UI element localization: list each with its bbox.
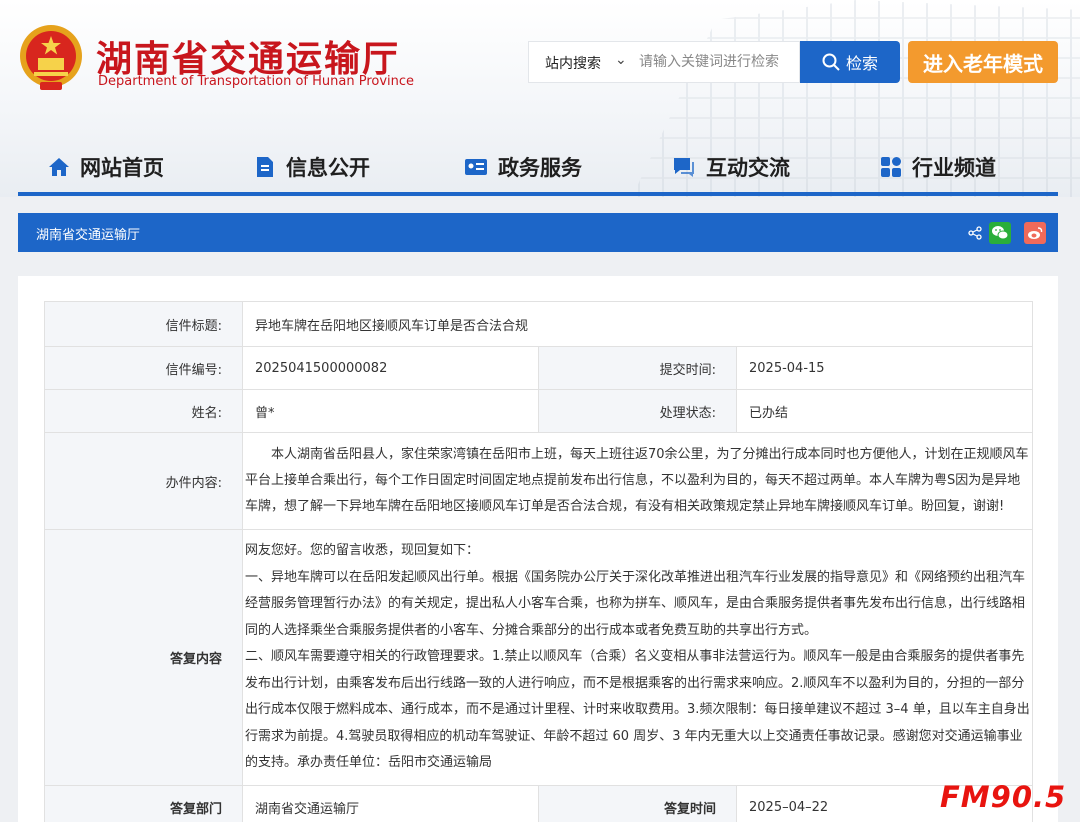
letter-detail-table: 信件标题: 异地车牌在岳阳地区接顺风车订单是否合法合规 信件编号: 202504… — [44, 301, 1033, 822]
reply-dept-value: 湖南省交通运输厅 — [242, 784, 539, 822]
watermark-logo: FM90.5 — [940, 780, 1067, 814]
nav-item-label: 政务服务 — [498, 156, 582, 180]
letter-title-value: 异地车牌在岳阳地区接顺风车订单是否合法合规 — [242, 301, 1033, 347]
content-text: 本人湖南省岳阳县人，家住荣家湾镇在岳阳市上班，每天上班往返70余公里，为了分摊出… — [245, 447, 1029, 514]
weibo-icon[interactable] — [1024, 222, 1046, 244]
search-input[interactable] — [639, 50, 794, 74]
search-category-select[interactable]: 站内搜索 — [545, 53, 601, 73]
status-label: 处理状态: — [538, 389, 737, 433]
share-icon[interactable] — [964, 222, 986, 244]
nav-item-label: 互动交流 — [706, 156, 790, 180]
reply-value: 网友您好。您的留言收悉，现回复如下： 一、异地车牌可以在岳阳发起顺风出行单。根据… — [242, 529, 1033, 786]
submit-time-label: 提交时间: — [538, 346, 737, 390]
nav-item-label: 网站首页 — [80, 156, 164, 180]
content-label: 办件内容: — [44, 432, 243, 530]
status-value: 已办结 — [736, 389, 1033, 433]
letter-title-label: 信件标题: — [44, 301, 243, 347]
name-value: 曾* — [242, 389, 539, 433]
breadcrumb: 湖南省交通运输厅 — [18, 213, 1058, 252]
nav-item-info[interactable]: 信息公开 — [254, 152, 370, 182]
search-button-label: 检索 — [845, 54, 878, 73]
chat-icon — [674, 158, 694, 177]
nav-item-services[interactable]: 政务服务 — [464, 152, 582, 182]
nav-item-label: 信息公开 — [286, 156, 370, 180]
search-button[interactable]: 检索 — [800, 41, 900, 83]
reply-dept-label: 答复部门 — [44, 784, 243, 822]
submit-time-value: 2025-04-15 — [736, 346, 1033, 390]
service-card-icon — [465, 159, 487, 175]
main-nav: 网站首页 信息公开 政务服务 互动交流 行业频道 — [0, 140, 1080, 192]
letter-number-label: 信件编号: — [44, 346, 243, 390]
name-label: 姓名: — [44, 389, 243, 433]
reply-time-label: 答复时间 — [538, 784, 737, 822]
table-row: 办件内容: 本人湖南省岳阳县人，家住荣家湾镇在岳阳市上班，每天上班往返70余公里… — [44, 432, 1033, 530]
document-icon — [257, 157, 273, 177]
breadcrumb-link[interactable]: 湖南省交通运输厅 — [36, 224, 140, 243]
table-row: 信件标题: 异地车牌在岳阳地区接顺风车订单是否合法合规 — [44, 301, 1033, 347]
nav-item-industry[interactable]: 行业频道 — [880, 152, 996, 182]
home-icon — [49, 158, 69, 176]
reply-text: 网友您好。您的留言收悉，现回复如下： 一、异地车牌可以在岳阳发起顺风出行单。根据… — [245, 543, 1030, 770]
table-row: 答复内容 网友您好。您的留言收悉，现回复如下： 一、异地车牌可以在岳阳发起顺风出… — [44, 529, 1033, 786]
site-title-english: Department of Transportation of Hunan Pr… — [98, 74, 415, 89]
wechat-icon[interactable] — [989, 222, 1011, 244]
nav-item-interaction[interactable]: 互动交流 — [672, 152, 790, 182]
table-row: 答复部门 湖南省交通运输厅 答复时间 2025–04–22 — [44, 784, 1033, 822]
chevron-down-icon[interactable]: ⌄ — [615, 52, 627, 68]
reply-label: 答复内容 — [44, 529, 243, 786]
search-box: 站内搜索 ⌄ — [528, 41, 800, 83]
nav-underline — [18, 192, 1058, 196]
elder-mode-button[interactable]: 进入老年模式 — [908, 41, 1058, 83]
table-row: 信件编号: 2025041500000082 提交时间: 2025-04-15 — [44, 346, 1033, 390]
letter-number-value: 2025041500000082 — [242, 346, 539, 390]
national-emblem-icon — [20, 25, 82, 90]
search-icon — [822, 53, 840, 71]
nav-item-label: 行业频道 — [912, 156, 996, 180]
content-value: 本人湖南省岳阳县人，家住荣家湾镇在岳阳市上班，每天上班往返70余公里，为了分摊出… — [242, 432, 1033, 530]
grid-icon — [881, 157, 901, 177]
table-row: 姓名: 曾* 处理状态: 已办结 — [44, 389, 1033, 433]
nav-item-home[interactable]: 网站首页 — [48, 152, 164, 182]
